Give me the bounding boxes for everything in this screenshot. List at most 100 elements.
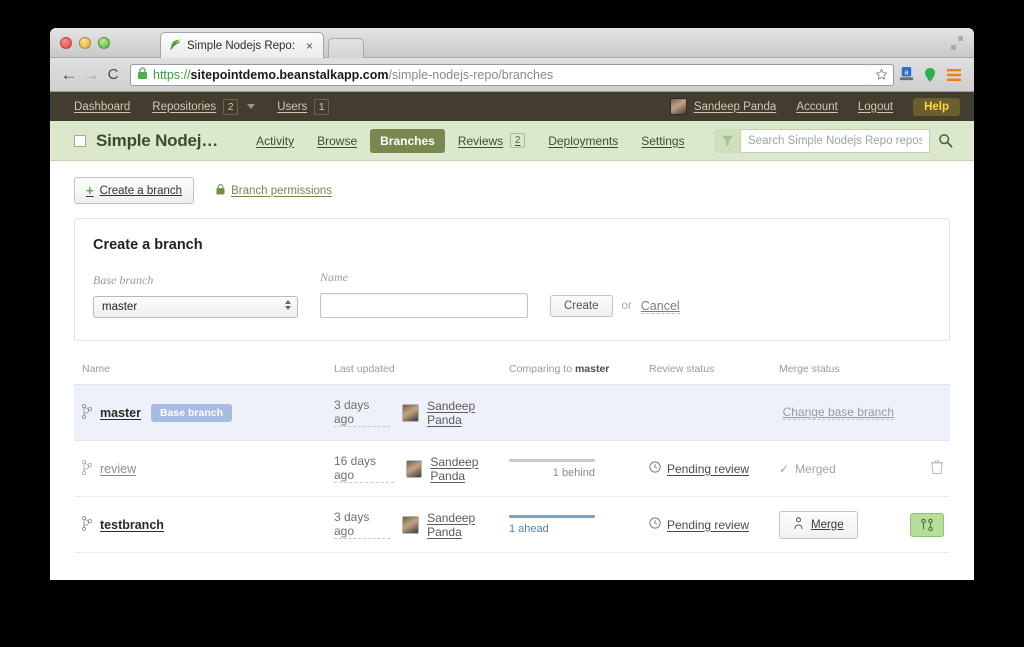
create-submit-button[interactable]: Create <box>550 295 613 317</box>
create-branch-label: Create a branch <box>100 185 182 197</box>
leaf-icon <box>169 38 182 54</box>
tab-deployments[interactable]: Deployments <box>538 129 628 153</box>
compare-indicator: 1 behind <box>509 459 595 479</box>
compare-bar-ahead <box>509 515 595 518</box>
review-status-link[interactable]: Pending review <box>667 518 749 532</box>
th-comparing-branch: master <box>575 363 609 375</box>
author-link[interactable]: Sandeep Panda <box>427 399 509 427</box>
url-path: /simple-nodejs-repo/branches <box>389 68 554 82</box>
close-icon[interactable]: × <box>306 39 313 53</box>
browser-toolbar: ← → C https://sitepointdemo.beanstalkapp… <box>50 58 974 92</box>
tab-activity[interactable]: Activity <box>246 129 304 153</box>
th-last-updated: Last updated <box>334 363 509 385</box>
tab-deployments-label: Deployments <box>548 134 618 148</box>
page-title: Simple Nodej… <box>96 131 218 151</box>
branch-link[interactable]: testbranch <box>100 518 164 532</box>
updated-time[interactable]: 16 days ago <box>334 454 394 483</box>
filter-icon[interactable] <box>714 129 740 153</box>
nav-account[interactable]: Account <box>796 101 838 113</box>
tab-settings[interactable]: Settings <box>631 129 694 153</box>
cell-last-updated: 3 days ago Sandeep Panda <box>334 385 509 441</box>
compare-indicator: 1 ahead <box>509 515 595 535</box>
tab-settings-label: Settings <box>641 134 684 148</box>
base-branch-label: Base branch <box>93 273 298 288</box>
browser-tab-title: Simple Nodejs Repo: Branc <box>187 40 299 52</box>
change-base-branch-link[interactable]: Change base branch <box>783 405 894 420</box>
table-row: master Base branch 3 days ago Sandeep Pa… <box>74 385 950 441</box>
hamburger-menu-icon[interactable] <box>942 68 966 82</box>
th-actions <box>894 363 950 385</box>
plus-icon: + <box>86 183 94 198</box>
nav-dashboard[interactable]: Dashboard <box>74 101 130 113</box>
star-icon[interactable] <box>870 64 894 86</box>
reload-button[interactable]: C <box>102 66 124 83</box>
forward-button[interactable]: → <box>80 65 102 85</box>
avatar <box>402 516 419 534</box>
nav-logout[interactable]: Logout <box>858 101 893 113</box>
fullscreen-icon[interactable] <box>948 34 966 52</box>
lock-icon <box>216 184 225 198</box>
cell-row-action <box>894 441 950 497</box>
branch-name-input[interactable] <box>320 293 528 318</box>
merge-status-label: Merged <box>795 462 836 476</box>
tab-branches[interactable]: Branches <box>370 129 445 153</box>
create-branch-form: Base branch master Name Create <box>93 270 931 318</box>
base-branch-select[interactable]: master <box>93 296 298 318</box>
create-branch-panel: Create a branch Base branch master Name <box>74 218 950 341</box>
branch-icon <box>82 516 92 534</box>
url-host: sitepointdemo.beanstalkapp.com <box>191 68 389 82</box>
nav-repositories[interactable]: Repositories <box>152 101 216 113</box>
compare-label: 1 behind <box>509 467 595 479</box>
avatar <box>670 98 687 115</box>
tab-browse-label: Browse <box>317 134 357 148</box>
updated-time[interactable]: 3 days ago <box>334 510 390 539</box>
extension-icon[interactable]: a <box>894 66 918 83</box>
create-branch-button[interactable]: + Create a branch <box>74 177 194 204</box>
branch-permissions-link[interactable]: Branch permissions <box>216 184 332 198</box>
browser-tabstrip: Simple Nodejs Repo: Branc × <box>160 32 364 58</box>
users-count-badge: 1 <box>314 99 329 115</box>
create-branch-submit-group: Create or Cancel <box>550 295 680 318</box>
updated-time[interactable]: 3 days ago <box>334 398 390 427</box>
tab-browse[interactable]: Browse <box>307 129 367 153</box>
create-branch-panel-title: Create a branch <box>93 237 931 253</box>
chevron-down-icon[interactable] <box>247 104 255 109</box>
cancel-link[interactable]: Cancel <box>641 299 680 314</box>
branches-table-body: master Base branch 3 days ago Sandeep Pa… <box>74 385 950 553</box>
merge-icon <box>793 517 804 533</box>
minimize-window-button[interactable] <box>79 37 91 49</box>
url-scheme: https:// <box>153 68 191 82</box>
author-link[interactable]: Sandeep Panda <box>430 455 509 483</box>
close-window-button[interactable] <box>60 37 72 49</box>
cell-comparing: 1 ahead <box>509 497 649 553</box>
maximize-window-button[interactable] <box>98 37 110 49</box>
tab-reviews[interactable]: Reviews 2 <box>448 128 535 153</box>
cell-branch-name: testbranch <box>74 497 334 553</box>
browser-window: Simple Nodejs Repo: Branc × ← → C https:… <box>50 28 974 580</box>
address-bar[interactable]: https://sitepointdemo.beanstalkapp.com/s… <box>130 64 871 86</box>
check-icon: ✓ <box>779 462 789 476</box>
review-status-link[interactable]: Pending review <box>667 462 749 476</box>
help-button[interactable]: Help <box>913 98 960 116</box>
search-icon[interactable] <box>930 133 960 148</box>
delete-branch-icon[interactable] <box>930 459 944 475</box>
compare-branch-icon[interactable] <box>910 513 944 537</box>
branch-link[interactable]: review <box>100 462 136 476</box>
repo-search <box>714 129 960 153</box>
avatar <box>402 404 419 422</box>
repo-watch-checkbox[interactable] <box>74 135 86 147</box>
branch-link[interactable]: master <box>100 406 141 420</box>
status-icon[interactable] <box>918 67 942 83</box>
search-input[interactable] <box>740 129 930 153</box>
nav-users-group: Users 1 <box>277 99 329 115</box>
repositories-count-badge: 2 <box>223 99 238 115</box>
new-tab-button[interactable] <box>328 38 364 58</box>
avatar <box>406 460 423 478</box>
back-button[interactable]: ← <box>58 65 80 85</box>
browser-tab[interactable]: Simple Nodejs Repo: Branc × <box>160 32 324 58</box>
author-link[interactable]: Sandeep Panda <box>427 511 509 539</box>
user-name-link[interactable]: Sandeep Panda <box>694 101 777 113</box>
browser-titlebar: Simple Nodejs Repo: Branc × <box>50 28 974 58</box>
nav-users[interactable]: Users <box>277 101 307 113</box>
merge-button[interactable]: Merge <box>779 511 858 539</box>
